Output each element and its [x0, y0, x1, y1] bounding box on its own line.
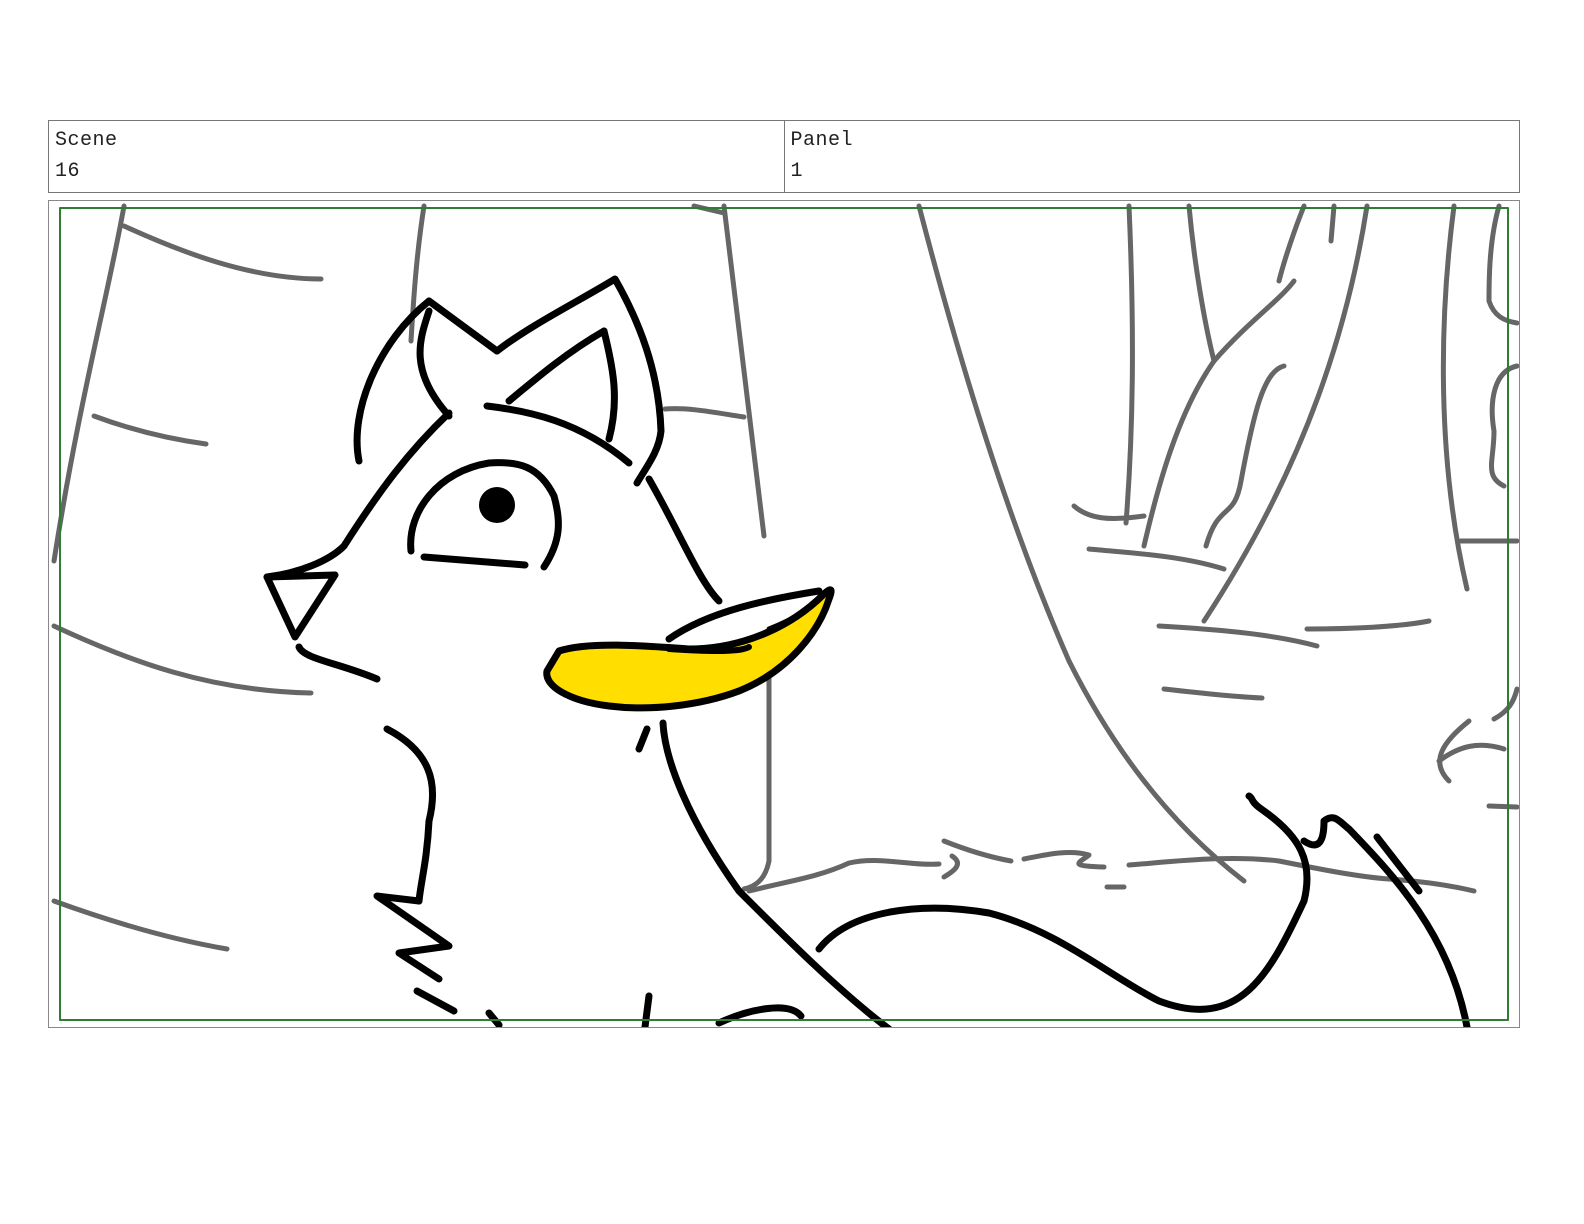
scene-cell: Scene 16: [49, 121, 784, 192]
panel-drawing: [51, 203, 1519, 1027]
scene-label: Scene: [55, 129, 118, 152]
safe-area-guide: [59, 207, 1509, 1021]
banana-prop: [543, 586, 835, 712]
panel-label: Panel: [790, 129, 854, 152]
panel-number: 1: [790, 160, 804, 183]
fox-character: [263, 275, 1471, 1027]
scene-number: 16: [55, 160, 81, 183]
panel-header-table: Scene 16 Panel 1: [48, 120, 1520, 193]
panel-cell: Panel 1: [783, 121, 1520, 192]
storyboard-panel: [48, 200, 1520, 1028]
